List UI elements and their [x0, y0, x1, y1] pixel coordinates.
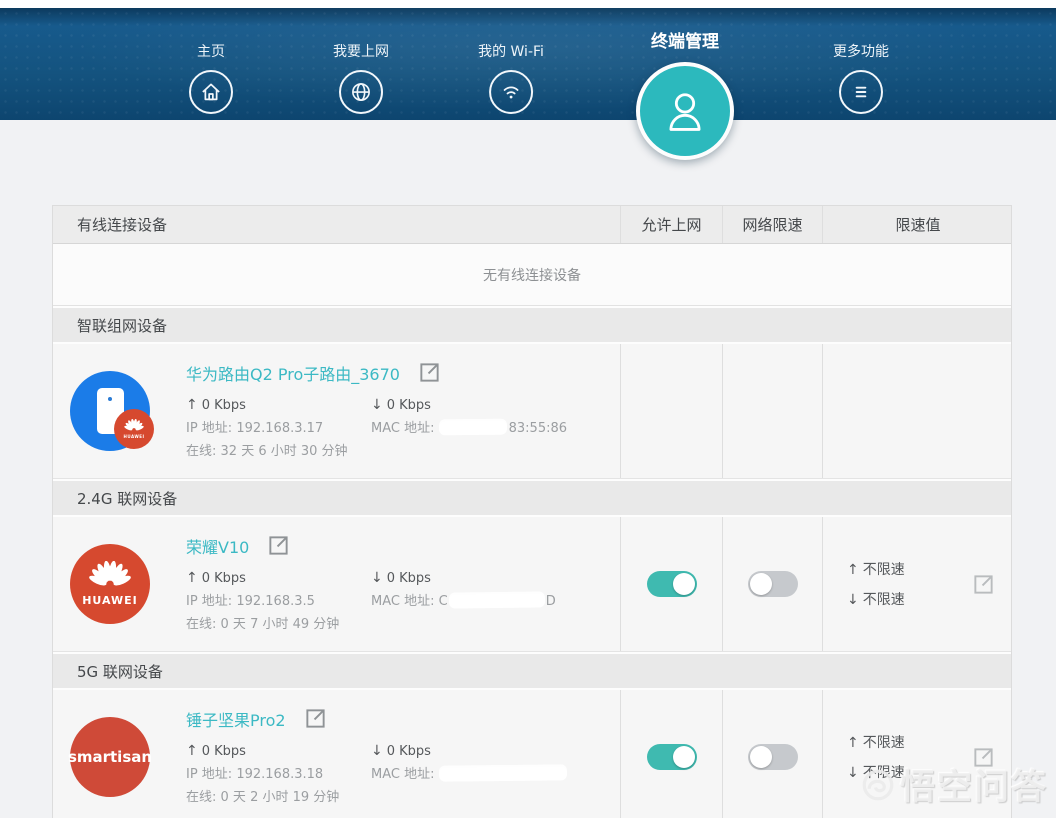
nav-label-more: 更多功能	[833, 42, 889, 62]
mac-address: MAC 地址: 83:55:86	[371, 418, 567, 439]
nav-item-wifi[interactable]: 我的 Wi-Fi	[478, 8, 544, 114]
main-navbar: 主页 我要上网 我的 Wi-Fi	[0, 8, 1056, 120]
nav-label-home: 主页	[197, 42, 225, 62]
download-speed: ↓0 Kbps	[371, 741, 567, 762]
edit-limit-button[interactable]	[972, 573, 995, 596]
network-limit-toggle[interactable]	[748, 744, 798, 770]
network-limit-toggle[interactable]	[748, 571, 798, 597]
menu-icon	[839, 70, 883, 114]
device-row-huawei-router: HUAWEI 华为路由Q2 Pro子路由_3670 ↑0 Kbps ↓0 Kbp…	[53, 344, 1011, 479]
allow-internet-toggle[interactable]	[647, 744, 697, 770]
mac-redaction	[449, 593, 545, 607]
device-name-link[interactable]: 华为路由Q2 Pro子路由_3670	[186, 361, 400, 385]
nav-label-terminal-management: 终端管理	[651, 30, 719, 54]
mac-redaction	[439, 766, 567, 780]
limit-value-down: ↓不限速	[847, 589, 905, 609]
mac-address: MAC 地址:	[371, 764, 567, 785]
device-name-link[interactable]: 荣耀V10	[186, 534, 249, 558]
allow-internet-toggle[interactable]	[647, 571, 697, 597]
download-speed: ↓0 Kbps	[371, 395, 567, 416]
upload-speed: ↑0 Kbps	[186, 395, 371, 416]
nav-label-internet: 我要上网	[333, 42, 389, 62]
section-row-5g: 5G 联网设备	[53, 652, 1011, 690]
home-icon	[189, 70, 233, 114]
download-speed: ↓0 Kbps	[371, 568, 556, 589]
edit-limit-button[interactable]	[972, 746, 995, 769]
limit-value-cell-empty	[823, 344, 1013, 478]
table-header-row: 有线连接设备 允许上网 网络限速 限速值	[53, 206, 1011, 244]
column-header-limit-value: 限速值	[823, 206, 1013, 243]
upload-speed: ↑0 Kbps	[186, 568, 371, 589]
nav-item-internet[interactable]: 我要上网	[333, 8, 389, 114]
ip-address: IP 地址: 192.168.3.17	[186, 418, 371, 439]
device-row-honor-v10: HUAWEI 荣耀V10 ↑0 Kbps ↓0 Kbps IP 地址: 192.…	[53, 517, 1011, 652]
limit-value-down: ↓不限速	[847, 762, 905, 782]
upload-speed: ↑0 Kbps	[186, 741, 371, 762]
top-strip	[0, 0, 1056, 8]
ip-address: IP 地址: 192.168.3.18	[186, 764, 371, 785]
huawei-avatar: HUAWEI	[70, 544, 150, 624]
column-header-wired-devices: 有线连接设备	[53, 206, 621, 243]
globe-icon	[339, 70, 383, 114]
nav-label-wifi: 我的 Wi-Fi	[478, 42, 544, 62]
router-avatar: HUAWEI	[70, 371, 150, 451]
allow-internet-cell-empty	[621, 344, 723, 478]
wifi-icon	[489, 70, 533, 114]
online-duration: 在线: 0 天 7 小时 49 分钟	[186, 614, 371, 635]
limit-value-up: ↑不限速	[847, 559, 905, 579]
mac-redaction	[439, 420, 507, 434]
no-wired-devices-row: 无有线连接设备	[53, 244, 1011, 306]
section-row-mesh: 智联组网设备	[53, 306, 1011, 344]
online-duration: 在线: 32 天 6 小时 30 分钟	[186, 441, 371, 462]
edit-device-name-button[interactable]	[304, 707, 327, 730]
section-row-24g: 2.4G 联网设备	[53, 479, 1011, 517]
nav-item-terminal-management[interactable]: 终端管理	[636, 8, 734, 160]
user-icon	[636, 62, 734, 160]
mac-address: MAC 地址: CD	[371, 591, 556, 612]
nav-item-more[interactable]: 更多功能	[833, 8, 889, 114]
network-limit-cell-empty	[723, 344, 823, 478]
column-header-network-limit: 网络限速	[723, 206, 823, 243]
edit-device-name-button[interactable]	[418, 361, 441, 384]
device-table: 有线连接设备 允许上网 网络限速 限速值 无有线连接设备 智联组网设备 HUAW…	[52, 205, 1012, 818]
online-duration: 在线: 0 天 2 小时 19 分钟	[186, 787, 371, 808]
router-admin-page: 主页 我要上网 我的 Wi-Fi	[0, 0, 1056, 818]
edit-device-name-button[interactable]	[267, 534, 290, 557]
limit-value-up: ↑不限速	[847, 732, 905, 752]
nav-item-home[interactable]: 主页	[189, 8, 233, 114]
device-name-link[interactable]: 锤子坚果Pro2	[186, 707, 286, 731]
device-row-smartisan: smartisan 锤子坚果Pro2 ↑0 Kbps ↓0 Kbps IP 地址…	[53, 690, 1011, 818]
huawei-badge: HUAWEI	[114, 409, 154, 449]
column-header-allow-internet: 允许上网	[621, 206, 723, 243]
smartisan-avatar: smartisan	[70, 717, 150, 797]
ip-address: IP 地址: 192.168.3.5	[186, 591, 371, 612]
